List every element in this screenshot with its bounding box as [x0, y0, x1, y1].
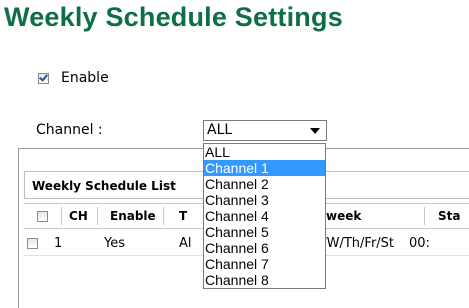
channel-option-6[interactable]: Channel 6	[204, 240, 325, 256]
row-enable: Yes	[104, 236, 125, 251]
column-header-week: week	[326, 209, 362, 223]
row-week: u/W/Th/Fr/St	[314, 236, 395, 251]
row-start: 00:	[409, 236, 430, 251]
channel-label: Channel :	[36, 122, 103, 138]
column-divider	[97, 207, 98, 225]
row-ch: 1	[54, 236, 63, 251]
channel-option-3[interactable]: Channel 3	[204, 192, 325, 208]
channel-option-all[interactable]: ALL	[204, 144, 325, 160]
channel-dropdown-list: ALL Channel 1 Channel 2 Channel 3 Channe…	[203, 143, 326, 289]
row-type: Al	[179, 236, 192, 251]
column-divider	[163, 207, 164, 225]
channel-select-value: ALL	[207, 122, 233, 138]
column-header-start: Sta	[438, 209, 461, 223]
column-divider	[61, 207, 62, 225]
page-title: Weekly Schedule Settings	[4, 2, 343, 32]
column-header-ch: CH	[69, 209, 88, 223]
enable-checkbox[interactable]	[38, 72, 49, 84]
channel-option-1[interactable]: Channel 1	[204, 160, 325, 176]
row-checkbox[interactable]	[27, 238, 38, 249]
channel-select[interactable]: ALL	[203, 120, 327, 141]
column-header-enable: Enable	[110, 209, 156, 223]
enable-label: Enable	[61, 70, 109, 86]
dropdown-arrow-icon[interactable]	[310, 128, 320, 134]
channel-option-8[interactable]: Channel 8	[204, 272, 325, 288]
select-all-checkbox[interactable]	[37, 210, 48, 222]
enable-row: Enable	[38, 70, 109, 86]
channel-option-2[interactable]: Channel 2	[204, 176, 325, 192]
channel-option-5[interactable]: Channel 5	[204, 224, 325, 240]
channel-option-4[interactable]: Channel 4	[204, 208, 325, 224]
column-header-type: T	[179, 209, 188, 223]
channel-option-7[interactable]: Channel 7	[204, 256, 325, 272]
column-divider	[424, 207, 425, 225]
